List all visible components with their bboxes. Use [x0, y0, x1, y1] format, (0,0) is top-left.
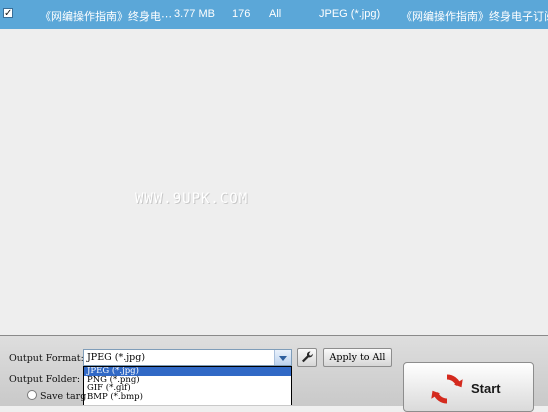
- file-checkbox[interactable]: ✓: [3, 8, 13, 19]
- file-list-area: [0, 29, 548, 335]
- file-pages: 176: [232, 8, 251, 20]
- refresh-arrows-icon: [431, 374, 463, 404]
- chevron-down-icon[interactable]: [274, 350, 291, 365]
- output-folder-label: Output Folder:: [9, 374, 81, 385]
- file-output-name: 《网编操作指南》终身电子订阅版: [401, 11, 548, 23]
- format-option-bmp[interactable]: BMP (*.bmp): [84, 393, 291, 402]
- watermark-text: WWW.9UPK.COM: [135, 191, 249, 207]
- apply-to-all-button[interactable]: Apply to All: [323, 348, 392, 367]
- start-label: Start: [471, 381, 501, 396]
- file-format: JPEG (*.jpg): [319, 8, 381, 20]
- file-range: All: [269, 8, 282, 20]
- file-name: 《网编操作指南》终身电⋯: [40, 11, 172, 23]
- output-format-label: Output Format:: [9, 353, 84, 364]
- output-format-value: JPEG (*.jpg): [87, 352, 146, 363]
- save-target-label: Save targ: [40, 391, 87, 402]
- output-format-select[interactable]: JPEG (*.jpg): [83, 349, 292, 366]
- file-size: 3.77 MB: [174, 8, 215, 20]
- format-dropdown-list[interactable]: JPEG (*.jpg) PNG (*.png) GIF (*.gif) BMP…: [83, 366, 292, 405]
- format-settings-button[interactable]: [297, 348, 317, 367]
- file-row[interactable]: ✓ 《网编操作指南》终身电⋯ 3.77 MB 176 All JPEG (*.j…: [0, 0, 548, 29]
- save-target-radio[interactable]: [27, 390, 37, 400]
- wrench-icon: [302, 351, 313, 363]
